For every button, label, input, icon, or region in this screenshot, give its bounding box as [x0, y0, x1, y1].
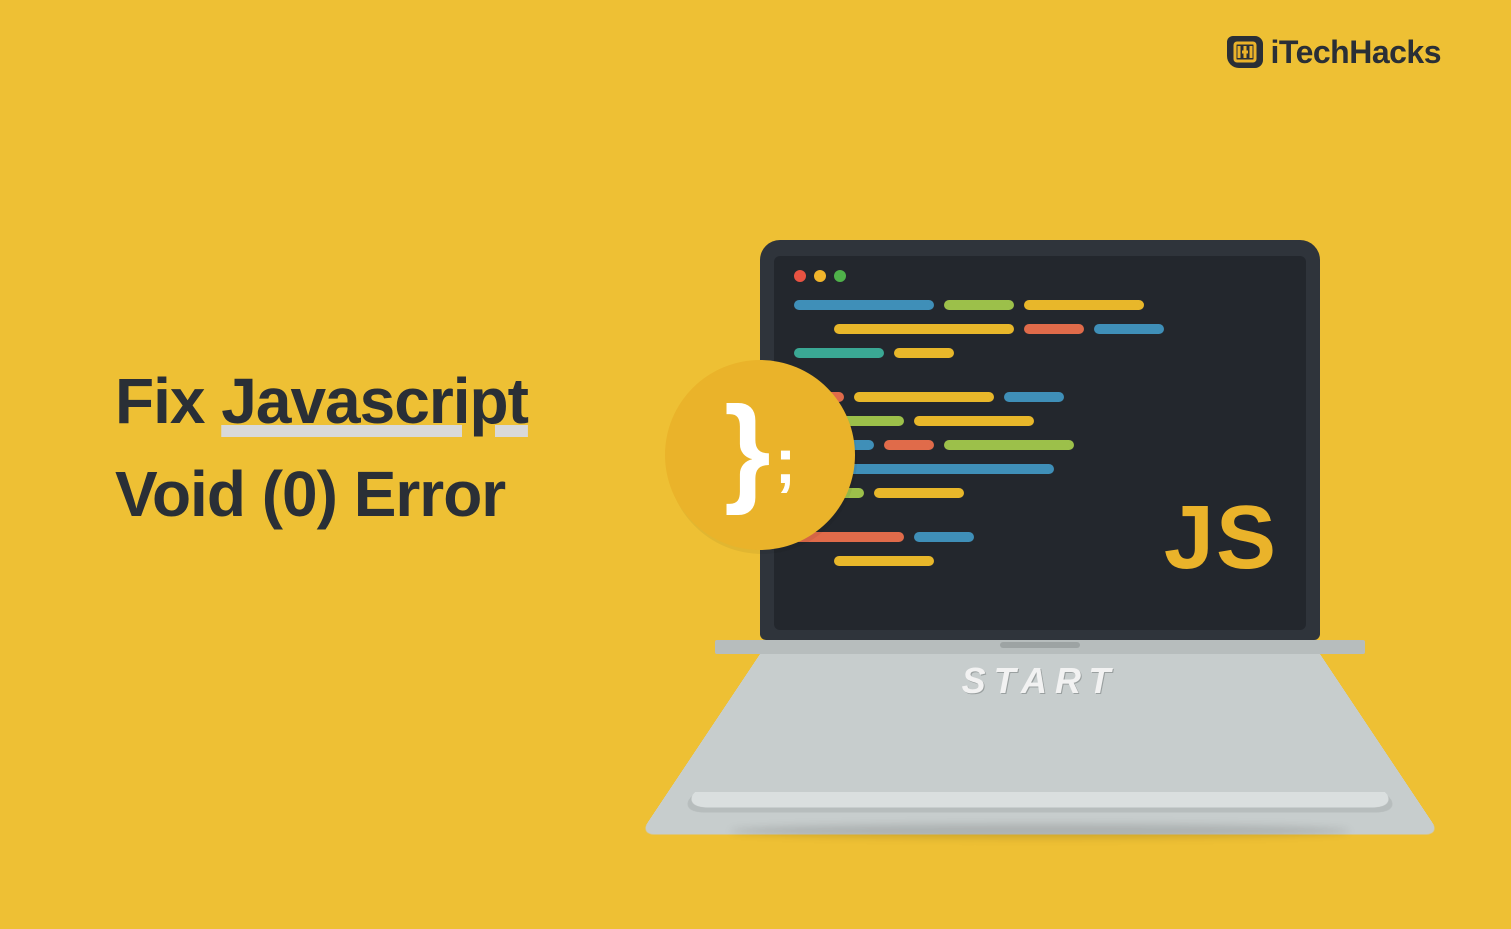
headline-prefix: Fix — [115, 365, 221, 437]
laptop-screen: JS } ; — [760, 240, 1320, 640]
js-label: JS — [1164, 487, 1278, 590]
keyboard-label: START — [962, 660, 1119, 702]
page-title: Fix Javascript Void (0) Error — [115, 355, 528, 541]
semicolon-glyph: ; — [775, 424, 796, 498]
brand-logo: iTechHacks — [1225, 32, 1442, 72]
brand-badge-icon — [1225, 32, 1265, 72]
laptop-base: START — [715, 654, 1365, 804]
window-controls-icon — [794, 270, 1286, 282]
laptop-front-lip — [682, 792, 1397, 807]
laptop-illustration: JS } ; START — [715, 240, 1365, 804]
headline-underlined-word: Javascript — [221, 365, 528, 437]
brace-glyph: } — [724, 389, 771, 509]
headline-line-1: Fix Javascript — [115, 355, 528, 448]
headline-line-2: Void (0) Error — [115, 448, 528, 541]
curly-brace-badge-icon: } ; — [665, 360, 855, 550]
laptop-shadow — [730, 824, 1350, 838]
brand-name: iTechHacks — [1271, 34, 1442, 71]
laptop-hinge — [715, 640, 1365, 654]
